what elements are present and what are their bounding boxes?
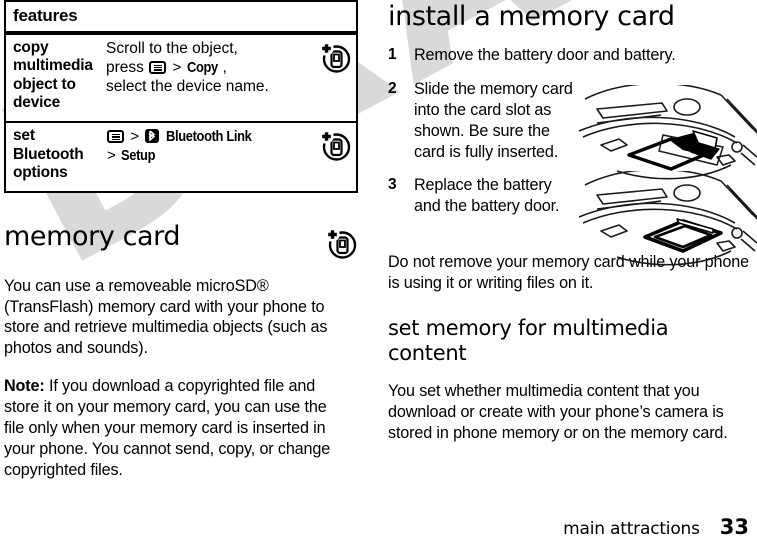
feature-icon-cell [312, 123, 356, 166]
table-row: copy multimedia object to device Scroll … [6, 34, 356, 123]
table-row: set Bluetooth options > Bluetooth Link >… [6, 122, 356, 191]
phone-plus-icon [318, 40, 352, 74]
page-title-set-memory: set memory for multimedia content [388, 316, 669, 366]
desc-line-2-post: , [222, 58, 227, 76]
feature-description: Scroll to the object, press > Copy, sele… [104, 35, 312, 105]
bluetooth-icon [145, 128, 160, 143]
feature-icon-cell [312, 35, 356, 78]
right-column: install a memory card 1 Remove the batte… [388, 0, 757, 546]
note-text: If you download a copyrighted file and s… [4, 377, 331, 479]
desc-line-2-pre: press [106, 58, 144, 76]
menu-option-setup: Setup [121, 147, 156, 165]
separator-gt: > [130, 127, 140, 145]
step-2-with-figure: 2 Slide the memory card into the card sl… [388, 79, 757, 186]
feature-description: > Bluetooth Link > Setup [104, 123, 312, 174]
list-item: 1 Remove the battery door and battery. [388, 45, 753, 66]
menu-option-copy: Copy [186, 58, 218, 76]
feature-term: set Bluetooth options [13, 126, 84, 182]
separator-gt: > [172, 58, 182, 76]
step-3-with-figure: 3 Replace the battery and the battery do… [388, 168, 757, 266]
features-table-header: features [6, 2, 356, 35]
step-number: 1 [388, 46, 397, 64]
page-title-memory-card: memory card [4, 220, 181, 252]
footer-chapter-label: main attractions [563, 519, 700, 539]
step-number: 3 [388, 175, 397, 193]
step-text: Remove the battery door and battery. [414, 46, 676, 65]
menu-key-icon [107, 129, 124, 143]
left-column: features copy multimedia object to devic… [4, 0, 360, 546]
feature-term: copy multimedia object to device [13, 38, 93, 112]
note-label: Note: [4, 377, 45, 396]
set-memory-paragraph: You set whether multimedia content that … [388, 381, 728, 442]
memory-card-note: Note: If you download a copyrighted file… [4, 376, 349, 480]
phone-card-slot-seated-diagram [567, 168, 757, 280]
step-text: Slide the memory card into the card slot… [414, 80, 573, 161]
manual-page: DRAFT features copy multimedia object to… [0, 0, 757, 546]
memory-card-paragraph: You can use a removeable microSD® (Trans… [4, 276, 328, 358]
page-footer: main attractions 33 [388, 515, 749, 539]
phone-plus-icon [318, 128, 352, 162]
step-text: Replace the battery and the battery door… [414, 175, 560, 215]
step-number: 2 [388, 80, 397, 98]
footer-page-number: 33 [719, 515, 749, 539]
menu-key-icon [149, 60, 167, 74]
desc-line-3: select the device name. [106, 78, 269, 96]
menu-option-bluetooth-link: Bluetooth Link [165, 127, 252, 145]
features-table: features copy multimedia object to devic… [4, 0, 358, 193]
memory-card-heading-row: memory card [4, 220, 360, 260]
desc-line-1: Scroll to the object, [106, 39, 238, 57]
phone-plus-icon [324, 226, 358, 260]
separator-gt: > [107, 147, 116, 165]
page-title-install-memory-card: install a memory card [388, 1, 675, 32]
